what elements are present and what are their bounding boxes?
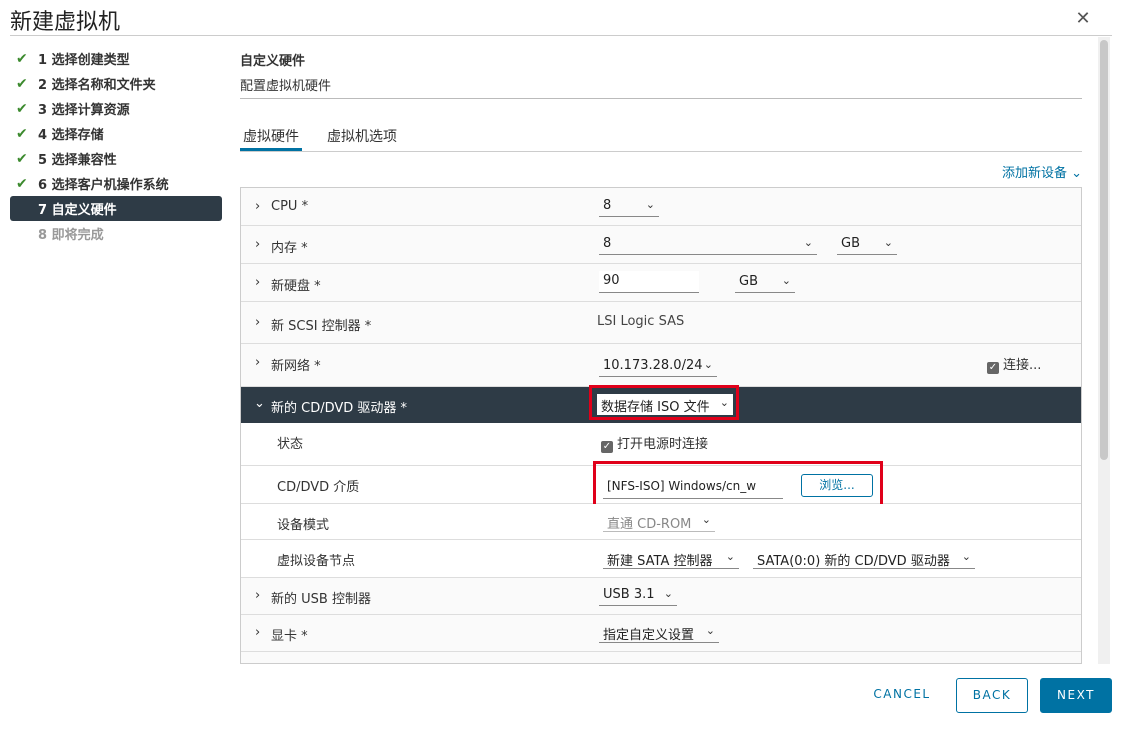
section-title: 自定义硬件: [240, 54, 306, 69]
chevron-right-icon[interactable]: ›: [255, 275, 260, 290]
hw-row-video: › 显卡 * 指定自定义设置 ⌄: [241, 615, 1081, 652]
step-6[interactable]: ✔ 6 选择客户机操作系统: [10, 171, 222, 196]
hw-row-usb: › 新的 USB 控制器 USB 3.1 ⌄: [241, 578, 1081, 615]
hw-row-partial: [241, 652, 1081, 663]
highlight-box-cdrom-type: [589, 385, 739, 420]
dialog-title: 新建虚拟机: [10, 10, 121, 35]
chevron-down-icon: ⌄: [803, 236, 813, 249]
chevron-down-icon: ⌄: [645, 198, 655, 211]
chevron-right-icon[interactable]: ›: [255, 199, 260, 214]
check-icon: ✔: [16, 75, 28, 92]
chevron-right-icon[interactable]: ›: [255, 625, 260, 640]
chevron-down-icon: ⌄: [781, 274, 791, 287]
disk-size-input[interactable]: 90: [599, 271, 699, 293]
section-subtitle: 配置虚拟机硬件: [240, 79, 332, 94]
title-divider: [10, 35, 1112, 36]
chevron-right-icon[interactable]: ›: [255, 237, 260, 252]
chevron-right-icon[interactable]: ›: [255, 315, 260, 330]
step-4[interactable]: ✔ 4 选择存储: [10, 121, 222, 146]
check-icon: ✔: [16, 150, 28, 167]
chevron-down-icon: ⌄: [703, 358, 713, 371]
check-icon: ✔: [16, 125, 28, 142]
hw-row-memory: › 内存 * 8 ⌄ GB ⌄: [241, 226, 1081, 264]
section-header: 自定义硬件 配置虚拟机硬件: [240, 50, 1082, 94]
chevron-down-icon: ⌄: [961, 550, 971, 563]
network-select[interactable]: 10.173.28.0/24 ⌄: [599, 356, 717, 377]
chevron-right-icon[interactable]: ›: [255, 355, 260, 370]
hw-row-cpu: › CPU * 8 ⌄: [241, 188, 1081, 226]
back-button[interactable]: BACK: [956, 678, 1028, 713]
section-divider: [240, 98, 1082, 99]
check-icon: ✔: [16, 50, 28, 67]
step-7-active[interactable]: 7 自定义硬件: [10, 196, 222, 221]
tab-vm-options[interactable]: 虚拟机选项: [324, 122, 400, 151]
chevron-down-icon: ⌄: [705, 624, 715, 637]
hardware-table: › CPU * 8 ⌄ › 内存 * 8 ⌄ GB ⌄ › 新硬盘 * 90 GB ⌄ …: [240, 187, 1082, 664]
highlight-box-iso-media: [593, 461, 883, 507]
step-3[interactable]: ✔ 3 选择计算资源: [10, 96, 222, 121]
device-mode-select[interactable]: 直通 CD-ROM ⌄: [603, 511, 715, 532]
add-new-device-button[interactable]: 添加新设备 ⌄: [1002, 162, 1082, 181]
step-8: 8 即将完成: [38, 228, 104, 243]
hw-row-disk: › 新硬盘 * 90 GB ⌄: [241, 264, 1081, 302]
sata-controller-select[interactable]: 新建 SATA 控制器 ⌄: [603, 548, 739, 569]
chevron-right-icon[interactable]: ›: [255, 588, 260, 603]
tab-virtual-hardware[interactable]: 虚拟硬件: [240, 122, 302, 151]
checkbox-checked-icon: ✓: [987, 362, 999, 374]
next-button[interactable]: NEXT: [1040, 678, 1112, 713]
step-2[interactable]: ✔ 2 选择名称和文件夹: [10, 71, 222, 96]
hw-row-network: › 新网络 * 10.173.28.0/24 ⌄ ✓ 连接...: [241, 344, 1081, 387]
memory-unit-select[interactable]: GB ⌄: [837, 234, 897, 255]
disk-unit-select[interactable]: GB ⌄: [735, 272, 795, 293]
chevron-down-icon[interactable]: ⌄: [254, 396, 265, 411]
scrollbar-thumb[interactable]: [1100, 40, 1108, 460]
chevron-down-icon: ⌄: [883, 236, 893, 249]
chevron-down-icon: ⌄: [1071, 166, 1083, 181]
scsi-value: LSI Logic SAS: [597, 314, 685, 329]
cdrom-mode-row: 设备模式 直通 CD-ROM ⌄: [241, 504, 1081, 540]
hw-row-scsi: › 新 SCSI 控制器 * LSI Logic SAS: [241, 302, 1081, 344]
connect-at-power-on-checkbox[interactable]: ✓ 打开电源时连接: [601, 433, 708, 453]
device-node-select[interactable]: SATA(0:0) 新的 CD/DVD 驱动器 ⌄: [753, 548, 975, 569]
network-connect-checkbox[interactable]: ✓ 连接...: [987, 354, 1041, 374]
check-icon: ✔: [16, 100, 28, 117]
wizard-steps: ✔ 1 选择创建类型 ✔ 2 选择名称和文件夹 ✔ 3 选择计算资源 ✔ 4 选择存储 …: [10, 46, 222, 246]
tab-bar: 虚拟硬件 虚拟机选项: [240, 122, 1082, 152]
chevron-down-icon: ⌄: [701, 513, 711, 526]
checkbox-checked-icon: ✓: [601, 441, 613, 453]
cancel-button[interactable]: CANCEL: [864, 678, 940, 713]
cdrom-status-row: 状态 ✓ 打开电源时连接: [241, 423, 1081, 466]
cdrom-node-row: 虚拟设备节点 新建 SATA 控制器 ⌄ SATA(0:0) 新的 CD/DVD …: [241, 540, 1081, 578]
step-1[interactable]: ✔ 1 选择创建类型: [10, 46, 222, 71]
cpu-select[interactable]: 8 ⌄: [599, 196, 659, 217]
step-5[interactable]: ✔ 5 选择兼容性: [10, 146, 222, 171]
chevron-down-icon: ⌄: [725, 550, 735, 563]
usb-version-select[interactable]: USB 3.1 ⌄: [599, 585, 677, 606]
chevron-down-icon: ⌄: [663, 587, 673, 600]
check-icon: ✔: [16, 175, 28, 192]
memory-select[interactable]: 8 ⌄: [599, 234, 817, 255]
close-icon[interactable]: ✕: [1072, 8, 1094, 30]
video-card-select[interactable]: 指定自定义设置 ⌄: [599, 622, 719, 643]
